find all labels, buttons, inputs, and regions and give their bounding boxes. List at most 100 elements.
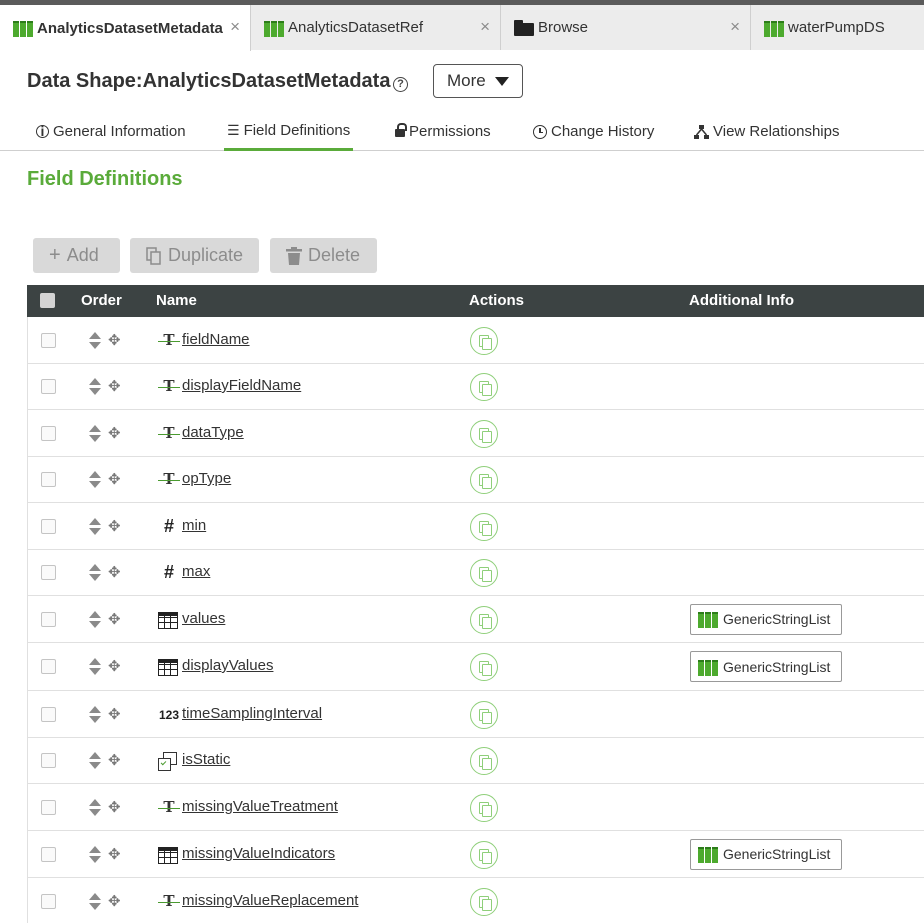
sort-arrows-icon[interactable] bbox=[88, 798, 102, 817]
tab-analytics-dataset-ref[interactable]: AnalyticsDatasetRef × bbox=[251, 5, 501, 50]
datashape-reference-button[interactable]: GenericStringList bbox=[690, 838, 842, 870]
field-name-link[interactable]: max bbox=[182, 563, 210, 580]
duplicate-field-icon[interactable] bbox=[470, 747, 498, 775]
row-checkbox[interactable] bbox=[41, 846, 56, 862]
row-checkbox[interactable] bbox=[41, 799, 56, 815]
duplicate-field-icon[interactable] bbox=[470, 700, 498, 729]
table-row[interactable]: ✥ missingValueIndicators GenericStringList bbox=[27, 831, 924, 878]
column-header-order[interactable]: Order bbox=[81, 292, 122, 309]
table-row[interactable]: ✥ TopType bbox=[27, 457, 924, 503]
more-button[interactable]: More bbox=[433, 64, 523, 98]
duplicate-field-icon[interactable] bbox=[470, 793, 498, 822]
column-header-name[interactable]: Name bbox=[156, 292, 197, 309]
tab-analytics-dataset-metadata[interactable]: AnalyticsDatasetMetadata × bbox=[0, 5, 251, 51]
datashape-reference-button[interactable]: GenericStringList bbox=[690, 651, 842, 682]
drag-handle-icon[interactable]: ✥ bbox=[108, 751, 121, 769]
add-button[interactable]: + Add bbox=[33, 238, 120, 273]
table-row[interactable]: ✥ # max bbox=[27, 550, 924, 596]
field-name-link[interactable]: fieldName bbox=[182, 331, 250, 348]
table-row[interactable]: ✥ values GenericStringList bbox=[27, 596, 924, 643]
drag-handle-icon[interactable]: ✥ bbox=[108, 377, 121, 395]
table-row[interactable]: ✥ displayValues GenericStringList bbox=[27, 643, 924, 691]
row-checkbox[interactable] bbox=[41, 659, 56, 674]
tab-browse[interactable]: Browse × bbox=[501, 5, 751, 50]
sort-arrows-icon[interactable] bbox=[88, 331, 102, 350]
drag-handle-icon[interactable]: ✥ bbox=[108, 798, 121, 816]
delete-button[interactable]: Delete bbox=[270, 238, 377, 273]
sort-arrows-icon[interactable] bbox=[88, 705, 102, 724]
table-row[interactable]: ✥ TmissingValueTreatment bbox=[27, 784, 924, 831]
sort-arrows-icon[interactable] bbox=[88, 424, 102, 443]
row-checkbox[interactable] bbox=[41, 753, 56, 768]
table-row[interactable]: ✥ TmissingValueReplacement bbox=[27, 878, 924, 923]
tab-general-information[interactable]: i General Information bbox=[33, 112, 189, 151]
duplicate-field-icon[interactable] bbox=[470, 559, 498, 587]
duplicate-field-icon[interactable] bbox=[470, 466, 498, 494]
row-checkbox[interactable] bbox=[41, 332, 56, 348]
field-name-link[interactable]: dataType bbox=[182, 424, 244, 441]
tab-permissions[interactable]: Permissions bbox=[392, 112, 494, 151]
duplicate-field-icon[interactable] bbox=[470, 605, 498, 634]
drag-handle-icon[interactable]: ✥ bbox=[108, 705, 121, 723]
drag-handle-icon[interactable]: ✥ bbox=[108, 892, 121, 910]
drag-handle-icon[interactable]: ✥ bbox=[108, 424, 121, 442]
drag-handle-icon[interactable]: ✥ bbox=[108, 517, 121, 535]
sort-arrows-icon[interactable] bbox=[88, 610, 102, 629]
sort-arrows-icon[interactable] bbox=[88, 564, 102, 582]
field-name-link[interactable]: missingValueTreatment bbox=[182, 798, 338, 815]
row-checkbox[interactable] bbox=[41, 425, 56, 441]
row-checkbox[interactable] bbox=[41, 893, 56, 909]
help-icon[interactable]: ? bbox=[393, 77, 408, 92]
sort-arrows-icon[interactable] bbox=[88, 845, 102, 864]
datashape-reference-button[interactable]: GenericStringList bbox=[690, 603, 842, 635]
table-row[interactable]: ✥ # min bbox=[27, 503, 924, 550]
table-row[interactable]: ✥ TfieldName bbox=[27, 317, 924, 364]
drag-handle-icon[interactable]: ✥ bbox=[108, 845, 121, 863]
field-name-link[interactable]: displayFieldName bbox=[182, 377, 301, 394]
duplicate-field-icon[interactable] bbox=[470, 887, 498, 916]
field-name-link[interactable]: missingValueReplacement bbox=[182, 892, 358, 909]
drag-handle-icon[interactable]: ✥ bbox=[108, 657, 121, 675]
duplicate-field-icon[interactable] bbox=[470, 512, 498, 541]
table-row[interactable]: ✥ TdataType bbox=[27, 410, 924, 457]
drag-handle-icon[interactable]: ✥ bbox=[108, 563, 121, 581]
close-icon[interactable]: × bbox=[480, 17, 490, 37]
field-name-link[interactable]: timeSamplingInterval bbox=[182, 705, 322, 722]
field-name-link[interactable]: displayValues bbox=[182, 657, 273, 674]
drag-handle-icon[interactable]: ✥ bbox=[108, 470, 121, 488]
table-row[interactable]: ✥ TdisplayFieldName bbox=[27, 364, 924, 410]
duplicate-field-icon[interactable] bbox=[470, 326, 498, 355]
close-icon[interactable]: × bbox=[230, 17, 240, 37]
close-icon[interactable]: × bbox=[730, 17, 740, 37]
sort-arrows-icon[interactable] bbox=[88, 658, 102, 676]
select-all-checkbox[interactable] bbox=[40, 293, 55, 308]
sort-arrows-icon[interactable] bbox=[88, 517, 102, 536]
duplicate-button[interactable]: Duplicate bbox=[130, 238, 259, 273]
tab-change-history[interactable]: Change History bbox=[530, 112, 657, 151]
duplicate-field-icon[interactable] bbox=[470, 419, 498, 448]
field-name-link[interactable]: opType bbox=[182, 470, 231, 487]
row-checkbox[interactable] bbox=[41, 611, 56, 627]
sort-arrows-icon[interactable] bbox=[88, 471, 102, 489]
sort-arrows-icon[interactable] bbox=[88, 892, 102, 911]
tab-field-definitions[interactable]: ☰ Field Definitions bbox=[224, 112, 354, 151]
row-checkbox[interactable] bbox=[41, 518, 56, 534]
duplicate-field-icon[interactable] bbox=[470, 373, 498, 401]
row-checkbox[interactable] bbox=[41, 379, 56, 394]
row-checkbox[interactable] bbox=[41, 706, 56, 722]
field-name-link[interactable]: min bbox=[182, 517, 206, 534]
tab-view-relationships[interactable]: View Relationships bbox=[691, 112, 842, 151]
table-row[interactable]: ✥ 123 timeSamplingInterval bbox=[27, 691, 924, 738]
drag-handle-icon[interactable]: ✥ bbox=[108, 610, 121, 628]
table-row[interactable]: ✥ isStatic bbox=[27, 738, 924, 784]
sort-arrows-icon[interactable] bbox=[88, 378, 102, 396]
duplicate-field-icon[interactable] bbox=[470, 840, 498, 869]
sort-arrows-icon[interactable] bbox=[88, 752, 102, 770]
field-name-link[interactable]: missingValueIndicators bbox=[182, 845, 335, 862]
field-name-link[interactable]: values bbox=[182, 610, 225, 627]
row-checkbox[interactable] bbox=[41, 472, 56, 487]
row-checkbox[interactable] bbox=[41, 565, 56, 580]
field-name-link[interactable]: isStatic bbox=[182, 751, 230, 768]
duplicate-field-icon[interactable] bbox=[470, 653, 498, 681]
drag-handle-icon[interactable]: ✥ bbox=[108, 331, 121, 349]
